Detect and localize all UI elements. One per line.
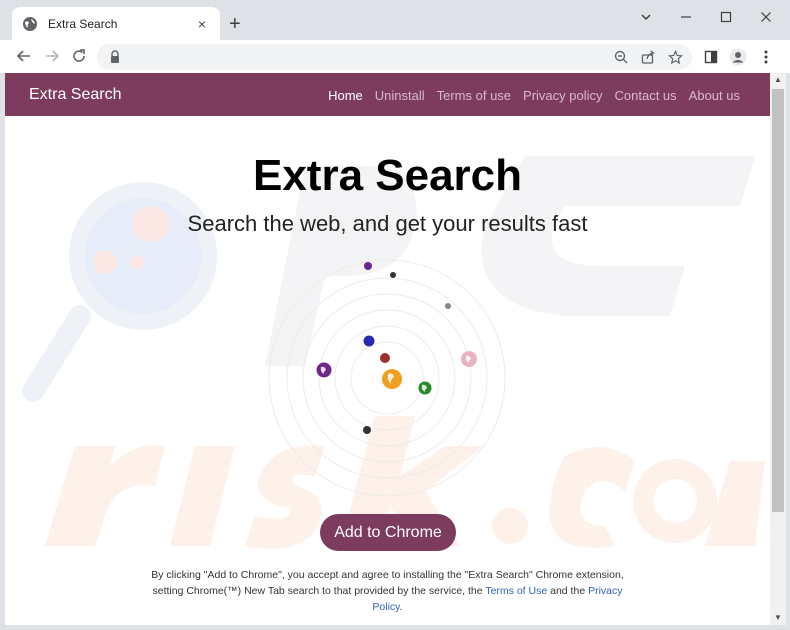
nav-terms-of-use[interactable]: Terms of use <box>437 88 511 103</box>
add-to-chrome-button[interactable]: Add to Chrome <box>320 514 456 551</box>
disclaimer-text-and: and the <box>547 585 589 597</box>
globe-icon <box>22 16 38 32</box>
kebab-menu-icon[interactable] <box>757 48 775 66</box>
side-panel-icon[interactable] <box>702 48 720 66</box>
site-nav-menu: Home Uninstall Terms of use Privacy poli… <box>328 88 740 103</box>
lock-icon[interactable] <box>109 50 121 64</box>
tab-close-icon[interactable]: × <box>194 16 210 32</box>
scroll-up-arrow-icon[interactable]: ▲ <box>770 73 786 87</box>
browser-tab[interactable]: Extra Search × <box>12 7 220 40</box>
tab-strip: Extra Search × + <box>0 0 790 40</box>
page-viewport: Extra Search Home Uninstall Terms of use… <box>5 73 770 625</box>
profile-icon[interactable] <box>729 48 747 66</box>
browser-toolbar <box>0 40 790 73</box>
site-brand[interactable]: Extra Search <box>29 86 121 104</box>
hero-title: Extra Search <box>252 151 523 200</box>
nav-about-us[interactable]: About us <box>689 88 740 103</box>
new-tab-button[interactable]: + <box>229 14 241 34</box>
globe-orbit-illustration <box>268 259 506 496</box>
maximize-icon[interactable] <box>706 6 746 28</box>
page-scrollbar[interactable]: ▲ ▼ <box>770 73 786 625</box>
address-bar[interactable] <box>97 44 692 70</box>
scroll-down-arrow-icon[interactable]: ▼ <box>770 611 786 625</box>
nav-privacy-policy[interactable]: Privacy policy <box>523 88 602 103</box>
star-icon[interactable] <box>667 49 683 65</box>
disclaimer-text-end: . <box>399 601 403 613</box>
reload-icon[interactable] <box>69 46 89 66</box>
site-header: Extra Search Home Uninstall Terms of use… <box>5 73 770 116</box>
tab-title: Extra Search <box>48 16 118 31</box>
nav-home[interactable]: Home <box>328 88 363 103</box>
install-disclaimer: By clicking "Add to Chrome", you accept … <box>145 567 630 615</box>
zoom-icon[interactable] <box>613 49 629 65</box>
share-icon[interactable] <box>640 49 656 65</box>
url-input[interactable] <box>127 47 597 67</box>
minimize-icon[interactable] <box>666 6 706 28</box>
hero-subtitle: Search the web, and get your results fas… <box>187 211 588 236</box>
back-arrow-icon[interactable] <box>14 46 34 66</box>
forward-arrow-icon[interactable] <box>42 46 62 66</box>
tab-search-chevron-icon[interactable] <box>626 6 666 28</box>
globe-icon-cluster <box>316 262 477 434</box>
close-window-icon[interactable] <box>746 6 786 28</box>
window-controls <box>626 6 786 28</box>
terms-of-use-link[interactable]: Terms of Use <box>485 585 547 597</box>
scrollbar-thumb[interactable] <box>772 89 784 512</box>
nav-contact-us[interactable]: Contact us <box>615 88 677 103</box>
nav-uninstall[interactable]: Uninstall <box>375 88 425 103</box>
